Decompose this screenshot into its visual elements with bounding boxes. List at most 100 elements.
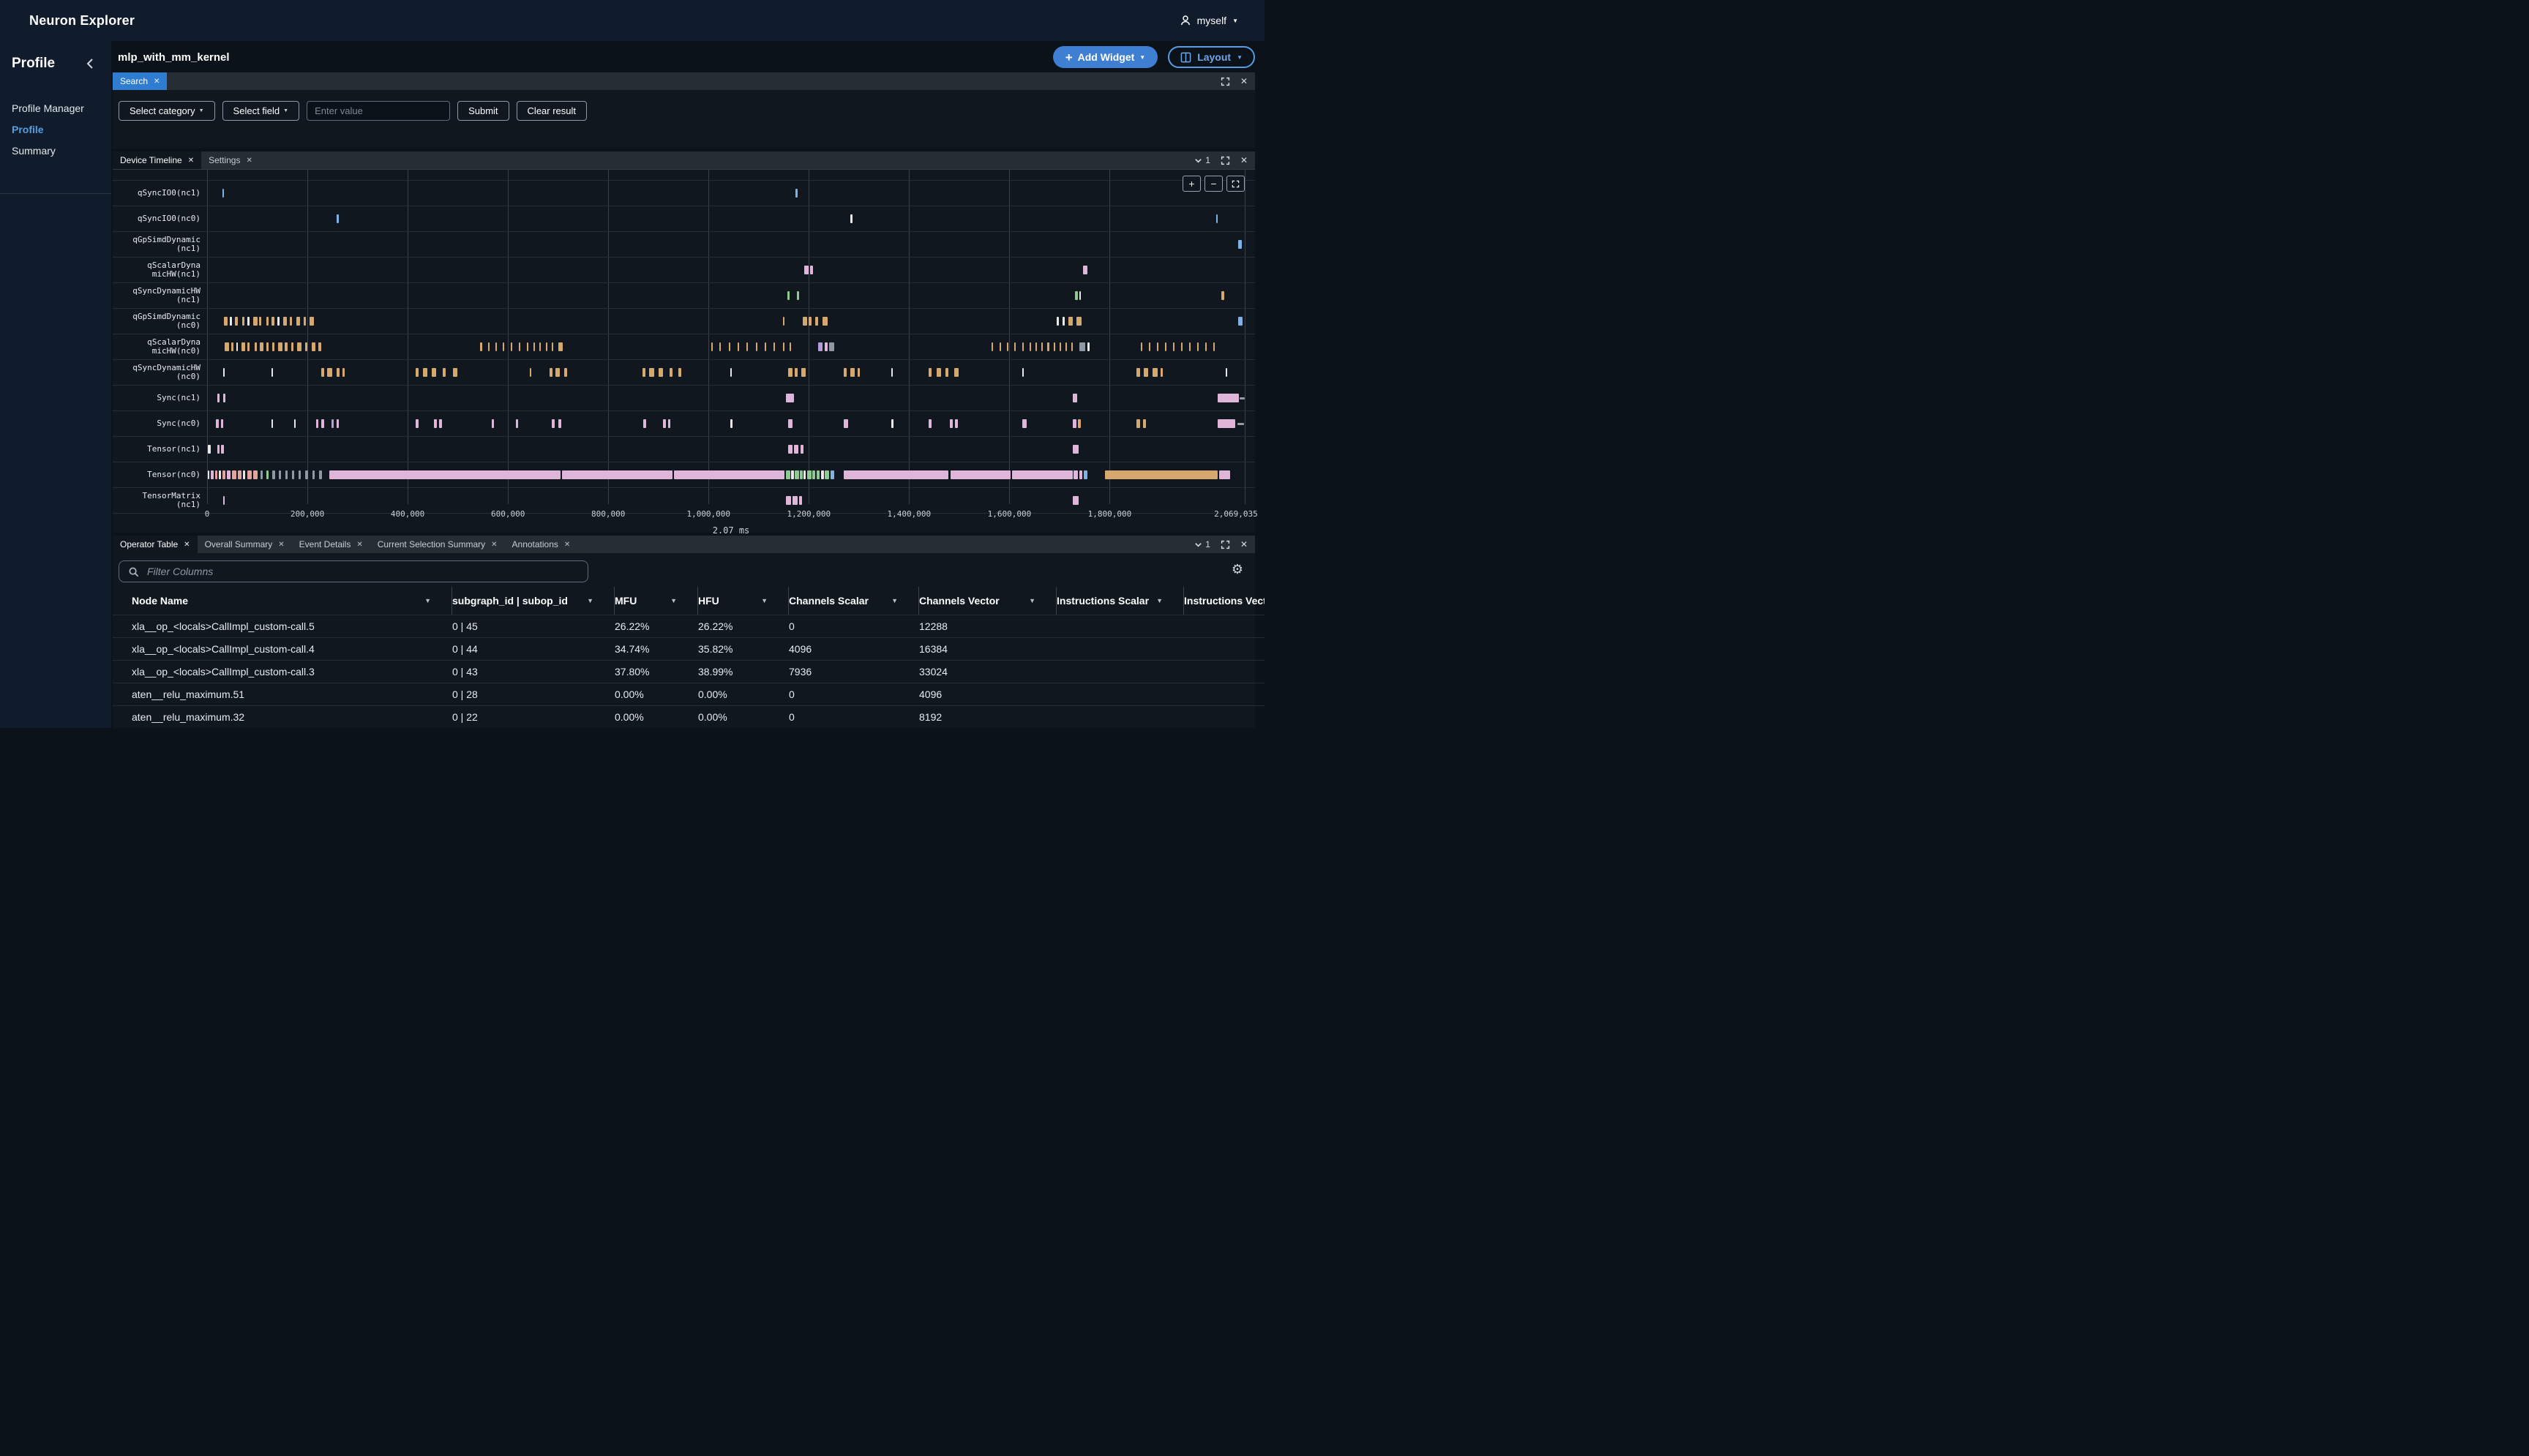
timeline-event[interactable] [937,368,941,377]
timeline-event[interactable] [678,368,681,377]
timeline-event[interactable] [1084,470,1087,479]
timeline-event[interactable] [1073,419,1076,428]
timeline-event[interactable] [891,368,893,377]
timeline-event[interactable] [711,342,713,351]
timeline-event[interactable] [285,342,287,351]
user-menu[interactable]: myself ▼ [1180,15,1238,26]
tab-search[interactable]: Search ✕ [113,72,167,90]
timeline-event[interactable] [231,342,233,351]
timeline-event[interactable] [1149,342,1150,351]
timeline-event[interactable] [321,419,324,428]
timeline-event[interactable] [1079,342,1085,351]
tab-device-timeline[interactable]: Device Timeline ✕ [113,151,201,169]
timeline-event[interactable] [223,496,225,505]
timeline-event[interactable] [992,342,993,351]
tab-current-selection-summary[interactable]: Current Selection Summary ✕ [370,536,505,553]
timeline-event[interactable] [530,368,532,377]
timeline-event[interactable] [817,470,820,479]
timeline-event[interactable] [283,317,287,326]
timeline-event[interactable] [850,214,853,223]
timeline-event[interactable] [1237,423,1245,425]
timeline-event[interactable] [1022,368,1024,377]
tab-close-icon[interactable]: ✕ [184,541,190,549]
sort-caret-icon[interactable]: ▼ [670,595,677,607]
timeline-event[interactable] [492,419,494,428]
timeline-event[interactable] [765,342,766,351]
timeline-event[interactable] [815,317,819,326]
timeline-event[interactable] [1035,342,1037,351]
timeline-event[interactable] [511,342,512,351]
timeline-event[interactable] [1012,470,1073,479]
sort-caret-icon[interactable]: ▼ [587,595,593,607]
timeline-event[interactable] [261,470,263,479]
timeline-event[interactable] [423,368,427,377]
select-field-button[interactable]: Select field ▼ [222,101,300,121]
timeline-event[interactable] [951,470,1011,479]
timeline-event[interactable] [1068,317,1072,326]
timeline-event[interactable] [432,368,436,377]
timeline-event[interactable] [801,368,806,377]
timeline-event[interactable] [821,470,824,479]
timeline-event[interactable] [1218,394,1239,402]
timeline-event[interactable] [416,368,419,377]
timeline-event[interactable] [285,470,288,479]
timeline-event[interactable] [221,445,224,454]
timeline-event[interactable] [272,342,274,351]
timeline-event[interactable] [1189,342,1191,351]
timeline-event[interactable] [1000,342,1001,351]
timeline-event[interactable] [259,317,261,326]
timeline-event[interactable] [850,368,855,377]
timeline-event[interactable] [266,470,269,479]
timeline-event[interactable] [730,419,733,428]
table-row[interactable]: xla__op_<locals>CallImpl_custom-call.50 … [113,615,1264,637]
timeline-event[interactable] [215,470,217,479]
timeline-event[interactable] [555,368,560,377]
timeline-event[interactable] [533,342,535,351]
timeline-event[interactable] [1205,342,1207,351]
zoom-in-button[interactable]: + [1183,176,1201,192]
timeline-event[interactable] [503,342,504,351]
tab-settings[interactable]: Settings ✕ [201,151,260,169]
timeline-event[interactable] [316,419,318,428]
sidebar-collapse-icon[interactable] [86,59,94,69]
sort-caret-icon[interactable]: ▼ [1029,595,1035,607]
timeline-event[interactable] [1161,368,1163,377]
timeline-event[interactable] [1218,419,1236,428]
timeline-event[interactable] [539,342,541,351]
timeline-event[interactable] [663,419,666,428]
timeline-event[interactable] [1144,368,1148,377]
expand-widget-icon[interactable] [1221,540,1230,549]
timeline-event[interactable] [217,445,220,454]
timeline-event[interactable] [1041,342,1043,351]
timeline-event[interactable] [222,470,226,479]
timeline-event[interactable] [783,317,785,326]
timeline-event[interactable] [746,342,748,351]
timeline-event[interactable] [310,317,313,326]
tab-close-icon[interactable]: ✕ [278,541,284,549]
timeline-event[interactable] [255,342,257,351]
timeline-event[interactable] [266,342,269,351]
timeline-event[interactable] [1057,317,1059,326]
timeline-event[interactable] [516,419,518,428]
timeline-event[interactable] [1014,342,1016,351]
column-header-hfu[interactable]: HFU ▼ [698,587,789,615]
timeline-event[interactable] [238,470,241,479]
timeline-event[interactable] [797,291,799,300]
timeline-event[interactable] [786,496,791,505]
timeline-event[interactable] [795,368,798,377]
timeline-event[interactable] [208,445,211,454]
timeline-event[interactable] [342,368,345,377]
zoom-out-button[interactable]: − [1204,176,1223,192]
column-header-instructions-vector[interactable]: Instructions Vector [1184,587,1264,615]
tab-close-icon[interactable]: ✕ [188,157,194,165]
timeline-event[interactable] [222,189,225,198]
timeline-event[interactable] [260,342,263,351]
timeline-event[interactable] [1074,470,1077,479]
timeline-event[interactable] [1157,342,1158,351]
tab-overall-summary[interactable]: Overall Summary ✕ [198,536,292,553]
timeline-event[interactable] [786,394,794,402]
timeline-event[interactable] [786,470,790,479]
tab-close-icon[interactable]: ✕ [564,541,570,549]
timeline-event[interactable] [1073,445,1079,454]
expand-widget-icon[interactable] [1221,77,1230,86]
